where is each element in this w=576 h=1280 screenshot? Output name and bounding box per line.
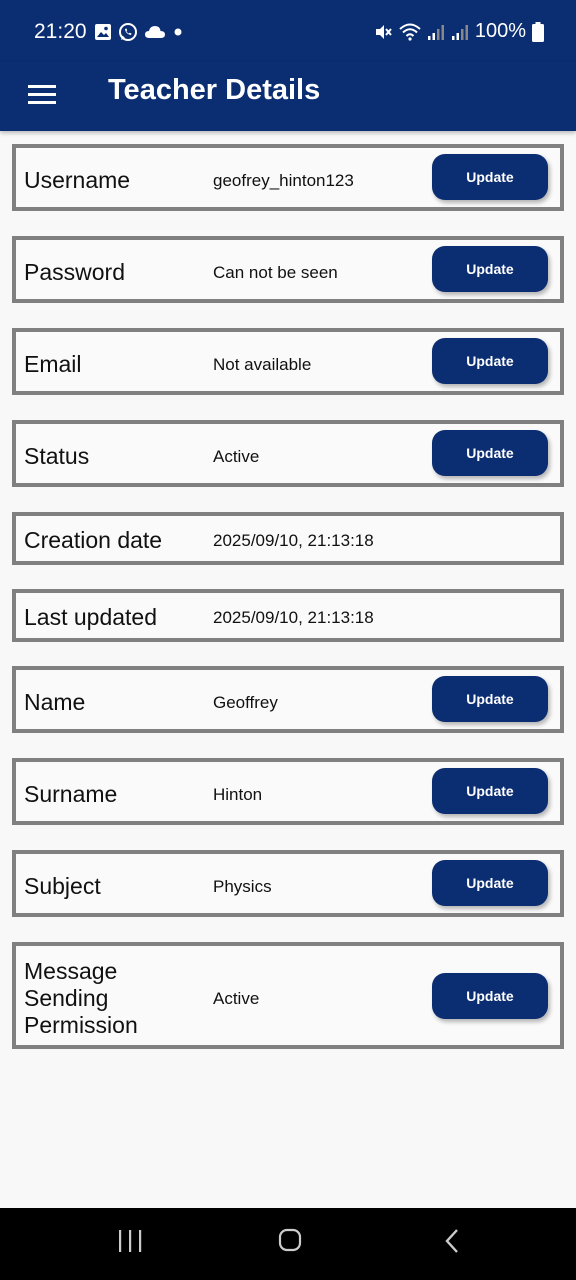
update-name-button[interactable]: Update	[432, 676, 548, 722]
field-label: Email	[24, 351, 82, 377]
field-row-name: Name Geoffrey Update	[12, 666, 564, 733]
field-value: geofrey_hinton123	[213, 171, 354, 190]
gallery-icon	[95, 24, 111, 40]
battery-percentage: 100%	[474, 20, 526, 42]
update-email-button[interactable]: Update	[432, 338, 548, 384]
field-row-surname: Surname Hinton Update	[12, 758, 564, 825]
field-value: Not available	[213, 355, 312, 374]
field-value: Active	[213, 447, 260, 466]
update-surname-button[interactable]: Update	[432, 768, 548, 814]
field-label: Username	[24, 167, 131, 193]
field-value: 2025/09/10, 21:13:18	[213, 531, 374, 550]
field-row-username: Username geofrey_hinton123 Update	[12, 144, 564, 211]
home-icon[interactable]	[278, 1228, 302, 1252]
field-value: Hinton	[213, 785, 263, 804]
field-label: Last updated	[24, 604, 158, 630]
hamburger-menu-icon[interactable]	[26, 78, 60, 112]
update-message-permission-button[interactable]: Update	[432, 973, 548, 1019]
field-row-subject: Subject Physics Update	[12, 850, 564, 917]
wifi-icon	[399, 23, 421, 41]
status-time: 21:20	[34, 20, 87, 43]
field-row-password: Password Can not be seen Update	[12, 236, 564, 303]
status-bar: 21:20 100%	[0, 0, 576, 62]
update-password-button[interactable]: Update	[432, 246, 548, 292]
field-row-creation-date: Creation date 2025/09/10, 21:13:18	[12, 512, 564, 565]
field-label: Status	[24, 443, 90, 469]
field-label: Surname	[24, 781, 118, 807]
recent-apps-icon[interactable]	[118, 1230, 142, 1252]
field-row-status: Status Active Update	[12, 420, 564, 487]
update-subject-button[interactable]: Update	[432, 860, 548, 906]
page-title: Teacher Details	[108, 74, 321, 106]
app-bar: Teacher Details	[0, 62, 576, 131]
update-username-button[interactable]: Update	[432, 154, 548, 200]
cloud-icon	[145, 26, 165, 38]
field-row-email: Email Not available Update	[12, 328, 564, 395]
mute-icon	[375, 24, 392, 39]
dot-icon	[174, 28, 182, 36]
signal-icon	[427, 24, 444, 40]
system-nav-bar	[0, 1208, 576, 1280]
field-value: 2025/09/10, 21:13:18	[213, 608, 374, 627]
field-label: Creation date	[24, 527, 163, 553]
battery-icon	[532, 21, 544, 42]
field-label: Password	[24, 259, 125, 285]
whatsapp-icon	[119, 23, 137, 41]
field-value: Physics	[213, 877, 272, 896]
field-value: Active	[213, 989, 260, 1008]
field-row-message-permission: Message Sending Permission Active Update	[12, 942, 564, 1049]
field-row-last-updated: Last updated 2025/09/10, 21:13:18	[12, 589, 564, 642]
field-label: Subject	[24, 873, 101, 899]
field-value: Geoffrey	[213, 693, 278, 712]
back-icon[interactable]	[442, 1228, 462, 1254]
field-label: Message Sending Permission	[24, 958, 138, 1038]
field-value: Can not be seen	[213, 263, 338, 282]
update-status-button[interactable]: Update	[432, 430, 548, 476]
field-label: Name	[24, 689, 86, 715]
signal-icon	[451, 24, 468, 40]
